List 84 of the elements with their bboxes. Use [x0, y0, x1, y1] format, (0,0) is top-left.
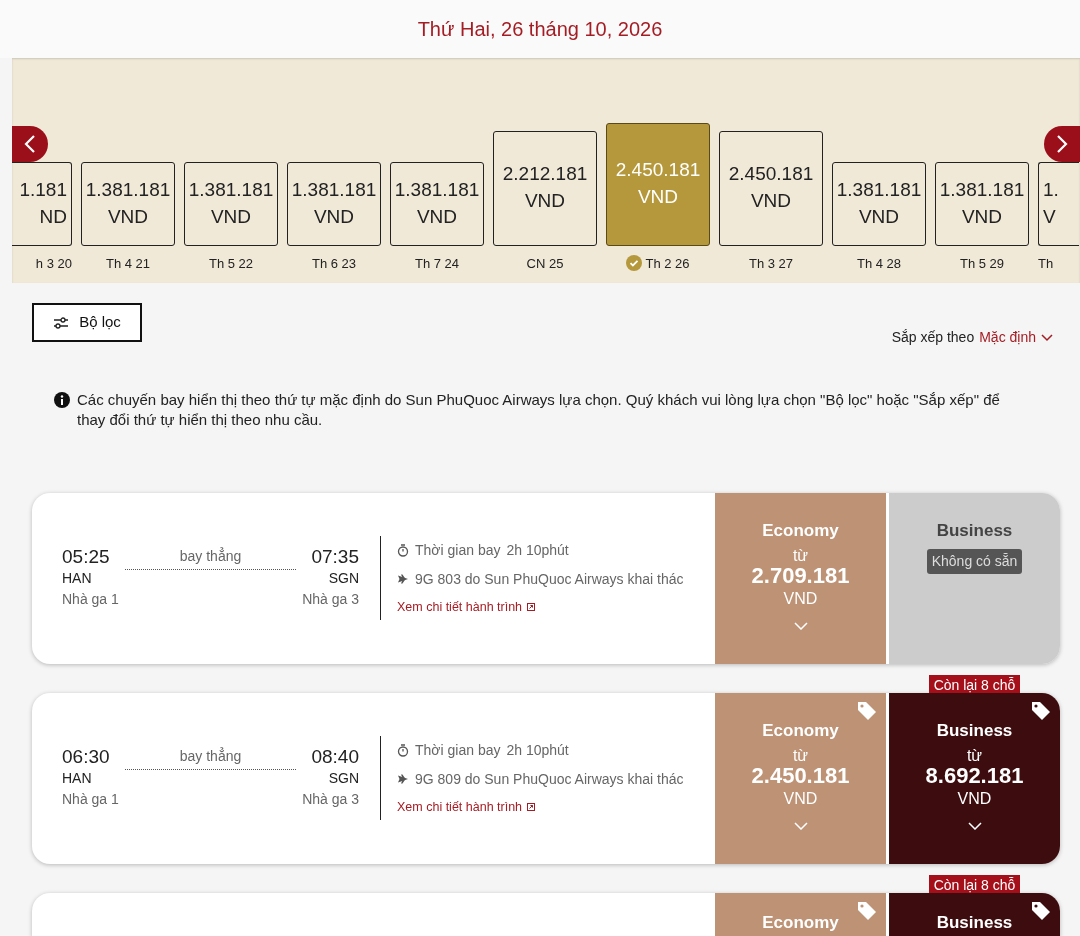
- stopwatch-icon: [397, 743, 409, 757]
- date-price-option[interactable]: 1.381.181 VND: [287, 161, 381, 246]
- unavailable-badge: Không có sẵn: [926, 548, 1023, 574]
- chevron-down-icon: [967, 821, 982, 830]
- date-label: Th 4 28: [856, 254, 902, 273]
- seats-left-badge: Còn lại 8 chỗ: [928, 674, 1021, 695]
- stops-label: bay thẳng: [179, 746, 242, 766]
- flight-operator: 9G 803 do Sun PhuQuoc Airways khai thác: [415, 569, 684, 589]
- from-label: từ: [966, 746, 983, 765]
- date-price-option[interactable]: 1.381.181 VND: [832, 161, 926, 246]
- notice-text: Các chuyến bay hiển thị theo thứ tự mặc định do Sun PhuQuoc Airways lựa chọn. Quý khách vui lòng lựa chọn "Bộ lọc" hoặc "Sắp xếp" để thay đổi thứ tự hiển thị theo nhu cầu.: [77, 390, 1001, 431]
- date-price-option[interactable]: 2.212.181 VND: [493, 130, 597, 246]
- arrival-terminal: Nhà ga 3: [302, 790, 359, 810]
- date-label: Th 4 21: [105, 254, 151, 273]
- date-price-option[interactable]: 1.381.181 VND: [184, 161, 278, 246]
- arrival-time: 08:40: [311, 745, 359, 769]
- external-link-icon: [527, 803, 536, 811]
- departure-airport: HAN: [62, 769, 93, 789]
- previous-button[interactable]: [12, 126, 48, 162]
- date-label: Th 5 29: [959, 254, 1005, 273]
- date-title: Thứ Hai, 26 tháng 10, 2026: [417, 17, 663, 42]
- check-circle-icon: [626, 255, 643, 272]
- from-label: từ: [792, 546, 809, 565]
- chevron-down-icon: [793, 821, 808, 830]
- date-label: Th 5 22: [208, 254, 254, 273]
- external-link-icon: [527, 603, 536, 611]
- fare-panel[interactable]: Business Không có sẵn: [889, 492, 1060, 664]
- date-price-option[interactable]: 1.381.181 VND: [390, 161, 484, 246]
- fare-price: 2.450.181: [751, 764, 850, 789]
- currency-label: VND: [957, 788, 992, 808]
- arrival-terminal: Nhà ga 3: [302, 590, 359, 610]
- duration-label: Thời gian bay: [415, 540, 501, 560]
- currency-label: VND: [783, 788, 818, 808]
- airplane-icon: [397, 573, 409, 586]
- date-label: Th 6 23: [311, 254, 357, 273]
- currency-label: VND: [783, 588, 818, 608]
- chevron-left-icon: [24, 134, 36, 154]
- date-label: Th 7 24: [414, 254, 460, 273]
- seats-left-badge: Còn lại 8 chỗ: [928, 874, 1021, 895]
- departure-terminal: Nhà ga 1: [62, 790, 119, 810]
- info-icon: [54, 392, 70, 408]
- duration-value: 2h 10phút: [506, 740, 569, 760]
- flight-operator: 9G 809 do Sun PhuQuoc Airways khai thác: [415, 769, 684, 789]
- departure-time: 05:25: [62, 545, 111, 569]
- date-label: Th 2 26: [645, 254, 690, 273]
- departure-terminal: Nhà ga 1: [62, 590, 119, 610]
- departure-airport: HAN: [62, 569, 93, 589]
- next-button[interactable]: [1044, 126, 1080, 162]
- sort-dropdown[interactable]: Mặc định: [979, 327, 1053, 348]
- date-label: h 3 20: [35, 254, 72, 273]
- itinerary-link[interactable]: Xem chi tiết hành trình: [397, 797, 684, 817]
- fare-class: Economy: [762, 720, 839, 741]
- date-label: Th: [1038, 254, 1054, 273]
- date-label: CN 25: [526, 254, 564, 273]
- stops-label: bay thẳng: [179, 546, 242, 566]
- chevron-down-icon: [793, 621, 808, 630]
- fare-price: 2.709.181: [751, 564, 850, 589]
- departure-time: 06:30: [62, 745, 111, 769]
- date-price-option[interactable]: 2.450.181 VND: [719, 130, 823, 246]
- from-label: từ: [792, 746, 809, 765]
- filter-icon: [53, 316, 70, 329]
- fare-class: Business: [936, 912, 1013, 933]
- fare-panel[interactable]: Business: [889, 892, 1060, 936]
- chevron-right-icon: [1056, 134, 1068, 154]
- duration-value: 2h 10phút: [506, 540, 569, 560]
- arrival-airport: SGN: [328, 569, 359, 589]
- duration-label: Thời gian bay: [415, 740, 501, 760]
- fare-panel[interactable]: Business từ 8.692.181 VND: [889, 692, 1060, 864]
- chevron-down-icon: [1041, 333, 1053, 342]
- date-price-option[interactable]: 1.381.181 VND: [935, 161, 1029, 246]
- airplane-icon: [397, 773, 409, 786]
- date-label: Th 3 27: [748, 254, 794, 273]
- fare-class: Economy: [762, 520, 839, 541]
- arrival-time: 07:35: [311, 545, 359, 569]
- fare-class: Economy: [762, 912, 839, 933]
- itinerary-link[interactable]: Xem chi tiết hành trình: [397, 597, 684, 617]
- arrival-airport: SGN: [328, 769, 359, 789]
- fare-class: Business: [936, 720, 1013, 741]
- stopwatch-icon: [397, 543, 409, 557]
- fare-class: Business: [936, 520, 1013, 541]
- fare-price: 8.692.181: [925, 764, 1024, 789]
- sort-label: Sắp xếp theo: [891, 328, 975, 347]
- filter-button[interactable]: Bộ lọc: [32, 303, 142, 342]
- date-price-option[interactable]: 1.381.181 VND: [81, 161, 175, 246]
